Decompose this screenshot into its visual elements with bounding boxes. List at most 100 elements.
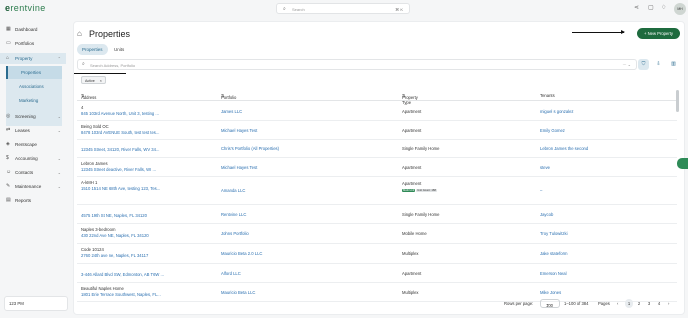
sidebar-subitem-associations[interactable]: Associations [6, 80, 62, 93]
table-row[interactable]: Code 10124 2760 24th ave ne, Naples, FL 3… [77, 244, 677, 264]
reports-icon: ▤ [6, 197, 11, 203]
sidebar-subitem-marketing[interactable]: Marketing [6, 94, 62, 107]
property-type-cell: Apartment [402, 271, 422, 276]
table-row[interactable]: Being Sold OC 8478 103rd AVENUE South, te… [77, 121, 677, 140]
table-row[interactable]: 12345 Street, 34120, River Falls, WV 34.… [77, 140, 677, 158]
page-3[interactable]: 3 [645, 299, 653, 308]
clipboard-icon[interactable]: ▢ [648, 4, 654, 11]
address-link[interactable]: 12345 Street deactive, River Falls, WI .… [81, 167, 156, 172]
global-search-input[interactable]: ⌕ Search ⌘ K [276, 3, 410, 14]
bell-icon[interactable]: ♢ [661, 4, 666, 11]
table-row[interactable]: 4575 19th St NE, Naples, FL 34120 Rentvin… [77, 205, 677, 224]
portfolio-link[interactable]: James LLC [221, 109, 242, 114]
new-property-button[interactable]: + New Property [637, 28, 680, 39]
address-cell: Beautiful Naples Home 1801 Erie Terrace S… [81, 286, 161, 297]
tab-units[interactable]: Units [109, 44, 129, 55]
avatar[interactable]: MH [674, 3, 686, 15]
sidebar-item-property[interactable]: ⌂ Property ⌃ [0, 53, 66, 64]
tab-properties[interactable]: Properties [77, 44, 108, 55]
sidebar-item-maintenance[interactable]: ✎ Maintenance ⌄ [0, 181, 66, 192]
address-cell: Naples 3-bedroom 430 22nd Ave NE, Naples,… [81, 227, 149, 238]
portfolio-link[interactable]: Michael Hayes Test [221, 165, 257, 170]
tenant-link[interactable]: miguel s gonzalez [540, 109, 574, 114]
briefcase-icon: ▭ [6, 40, 11, 46]
tenant-link[interactable]: Jaycob [540, 212, 553, 217]
table-row[interactable]: Naples 3-bedroom 430 22nd Ave NE, Naples,… [77, 224, 677, 244]
chevron-up-icon: ⌃ [57, 56, 61, 61]
portfolio-link[interactable]: Rentvine LLC [221, 212, 246, 217]
sidebar-item-contacts[interactable]: ☺ Contacts ⌄ [0, 167, 66, 178]
tenant-link[interactable]: Troy Tulowitzki [540, 231, 568, 236]
column-header-property-type[interactable]: Property Type ⇅ [402, 93, 418, 105]
address-link[interactable]: 1801 Erie Terrace Southwest, Naples, FL.… [81, 292, 161, 297]
table-row[interactable]: Beautiful Naples Home 1801 Erie Terrace S… [77, 283, 677, 302]
table-row[interactable]: A-kMH 1 1510 1514 NE 68th Ave, testing 12… [77, 177, 677, 205]
address-link[interactable]: 4575 19th St NE, Naples, FL 34120 [81, 213, 147, 218]
more-options-icon[interactable]: ⋯ ⌄ [623, 62, 631, 67]
next-page-icon[interactable]: › [668, 301, 669, 306]
tenant-link[interactable]: Emerson Neal [540, 271, 567, 276]
sidebar-item-dashboard[interactable]: ▦ Dashboard [0, 24, 66, 35]
sidebar-item-accounting[interactable]: $ Accounting ⌄ [0, 153, 66, 164]
address-cell: 3-446 Allard Blvd SW, Edmonton, AB T6W .… [81, 271, 164, 277]
address-link[interactable]: 12345 Street, 34120, River Falls, WV 34.… [81, 147, 159, 152]
status-filter-chip[interactable]: Active × [81, 76, 106, 84]
sidebar-item-reports[interactable]: ▤ Reports [0, 195, 66, 206]
columns-icon[interactable]: ▥ [668, 59, 679, 70]
table-row[interactable]: 4 845 103rd Avenue North, Unit 3, testing… [77, 102, 677, 121]
property-search-input[interactable]: ⌕ Search Address, Portfolio ⋯ ⌄ [77, 59, 637, 70]
address-link[interactable]: 8478 103rd AVENUE South, test test tes..… [81, 130, 159, 135]
portfolio-link[interactable]: Mauricio Beta LLC [221, 290, 255, 295]
sidebar-subitem-properties[interactable]: Properties [6, 66, 62, 79]
screening-icon: ◎ [6, 113, 11, 119]
rentvine-logo[interactable]: erentvine [5, 3, 46, 13]
tenant-link[interactable]: steve [540, 165, 550, 170]
export-icon[interactable]: ⇩ [653, 59, 664, 70]
tenant-link[interactable]: Mike Jones [540, 290, 561, 295]
status-badge: Unit Count: 168 [416, 189, 437, 192]
address-link[interactable]: 845 103rd Avenue North, Unit 3, testing … [81, 111, 159, 116]
property-type-cell: Apartment [402, 128, 422, 133]
search-placeholder: Search [292, 7, 305, 12]
page-4[interactable]: 4 [655, 299, 663, 308]
close-icon[interactable]: × [100, 79, 102, 83]
pages-label: Pages [598, 301, 610, 306]
help-widget[interactable] [677, 158, 688, 169]
address-link[interactable]: 2760 24th ave ne, Naples, FL 34117 [81, 253, 148, 258]
company-selector[interactable]: 123 PM [4, 296, 68, 311]
portfolio-link[interactable]: Mauricio Beta 2.0 LLC [221, 251, 262, 256]
prev-page-icon[interactable]: ‹ [617, 301, 618, 306]
tenant-link[interactable]: Lebron James the second [540, 146, 588, 151]
tenant-link[interactable]: Jake stateform [540, 251, 567, 256]
portfolio-link[interactable]: Amanda LLC [221, 188, 245, 193]
address-link[interactable]: 1510 1514 NE 68th Ave, testing 123, Tes.… [81, 186, 160, 191]
column-header-portfolio[interactable]: Portfolio ⇅ [221, 93, 236, 100]
sidebar-item-portfolios[interactable]: ▭ Portfolios [0, 38, 66, 49]
portfolio-link[interactable]: Chris's Portfolio (All Properties) [221, 146, 279, 151]
page-1[interactable]: 1 [625, 299, 633, 308]
table-row[interactable]: 3-446 Allard Blvd SW, Edmonton, AB T6W .… [77, 264, 677, 283]
portfolio-link[interactable]: Alford LLC [221, 271, 241, 276]
page-2[interactable]: 2 [635, 299, 643, 308]
portfolio-link[interactable]: Johns Portfolio [221, 231, 249, 236]
portfolio-link[interactable]: Michael Hayes Test [221, 128, 257, 133]
address-cell: 4 845 103rd Avenue North, Unit 3, testing… [81, 105, 159, 116]
address-link[interactable]: 430 22nd Ave NE, Naples, FL 34120 [81, 233, 149, 238]
property-name: Lebron James [81, 161, 108, 166]
address-link[interactable]: 3-446 Allard Blvd SW, Edmonton, AB T6W .… [81, 272, 164, 277]
filter-placeholder: Search Address, Portfolio [90, 63, 136, 68]
sidebar-item-leases[interactable]: ⇄ Leases ⌄ [0, 125, 66, 136]
column-header-address[interactable]: Address ⇅ [81, 93, 96, 100]
tenant-link[interactable]: Emily Gomez [540, 128, 565, 133]
filter-icon[interactable]: ⛉ [638, 59, 649, 70]
property-name: 4 [81, 105, 84, 110]
share-icon[interactable]: ⋖ [634, 4, 639, 11]
table-row[interactable]: Lebron James 12345 Street deactive, River… [77, 158, 677, 177]
tenant-link[interactable]: – [540, 188, 542, 193]
table-scrollbar[interactable] [676, 90, 679, 112]
table-header: Address ⇅ Portfolio ⇅ Property Type ⇅ Te… [77, 91, 677, 105]
rows-per-page-select[interactable]: 100 ⌄ [540, 299, 560, 308]
chevron-down-icon: ⌄ [57, 170, 61, 175]
sidebar-item-screening[interactable]: ◎ Screening ⌄ [0, 111, 66, 122]
sidebar-item-rentscape[interactable]: ◈ Rentscape [0, 139, 66, 150]
